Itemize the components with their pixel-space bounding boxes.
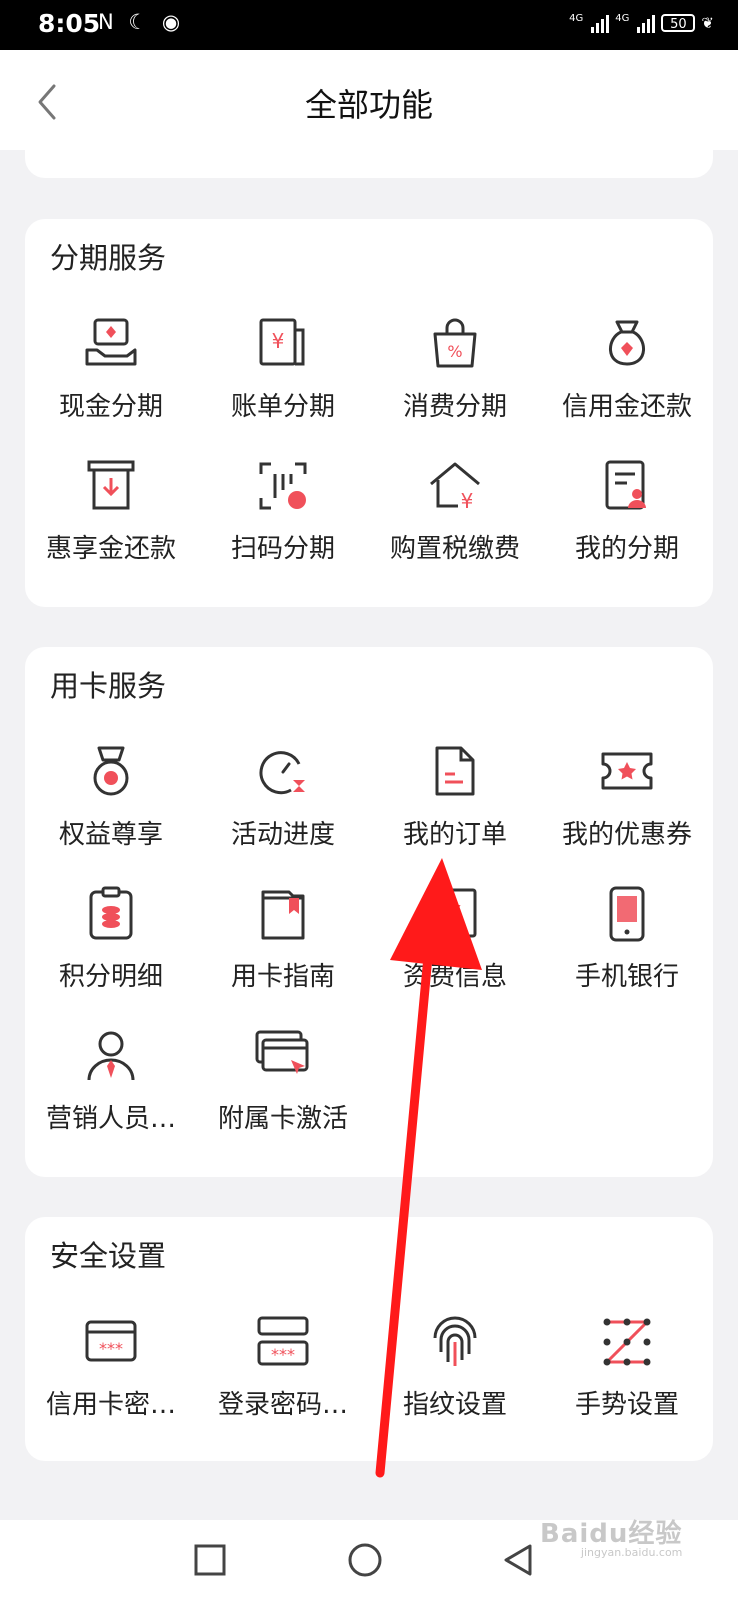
item-hui-repay[interactable]: 惠享金还款 [25,456,197,565]
status-time: 8:05 [38,9,101,38]
svg-text:¥: ¥ [449,901,462,925]
item-label: 信用金还款 [561,392,692,422]
home-circle-icon[interactable] [345,1540,385,1580]
page-title: 全部功能 [304,86,433,124]
card-activate-icon [255,1030,309,1074]
points-clipboard-icon [89,886,133,940]
section-security: 安全设置 *** 信用卡密… *** 登录密码… 指纹设置 手势设置 [25,1217,713,1461]
section-title: 分期服务 [50,241,167,275]
item-label: 现金分期 [58,392,163,422]
svg-text:¥: ¥ [272,329,285,353]
item-label: 指纹设置 [402,1390,507,1420]
fee-document-icon: ¥ [433,888,477,938]
svg-text:***: *** [271,1345,295,1364]
status-right-group: 4G 4G 50 ❦ [569,13,714,33]
item-label: 登录密码… [217,1390,348,1420]
item-card-password[interactable]: *** 信用卡密… [25,1312,197,1421]
sales-person-icon [87,1031,135,1081]
coupon-icon [601,752,653,790]
item-fingerprint[interactable]: 指纹设置 [369,1312,541,1421]
battery-icon: 50 [661,14,696,32]
item-label: 权益尊享 [58,820,163,850]
house-yen-icon: ¥ [430,462,480,513]
section-card-services: 用卡服务 权益尊享 活动进度 我的订单 我的优惠券 积分明细 用卡指南 ¥ 资费… [25,647,713,1177]
item-points-detail[interactable]: 积分明细 [25,884,197,993]
svg-text:%: % [447,342,462,361]
signal-2-label: 4G [615,13,630,24]
recents-square-icon[interactable] [190,1540,230,1580]
scan-icon [259,462,307,510]
item-label: 手势设置 [574,1390,679,1420]
cash-installment-icon [85,318,137,366]
guide-book-icon [261,890,305,940]
document-person-icon [605,460,646,510]
item-label: 积分明细 [58,962,163,992]
item-my-installment[interactable]: 我的分期 [541,456,713,565]
item-consumer-installment[interactable]: % 消费分期 [369,314,541,423]
item-my-orders[interactable]: 我的订单 [369,742,541,851]
item-gesture[interactable]: 手势设置 [541,1312,713,1421]
shopping-bag-icon: % [433,318,477,368]
svg-text:¥: ¥ [461,489,474,513]
item-label: 扫码分期 [230,534,335,564]
item-label: 我的分期 [574,534,679,564]
signal-2-icon [637,13,656,33]
item-supplementary-card[interactable]: 附属卡激活 [197,1026,369,1135]
card-password-icon: *** [85,1320,137,1362]
gesture-icon [603,1318,651,1366]
mobile-phone-icon [609,886,645,942]
item-label: 消费分期 [402,392,507,422]
item-bill-installment[interactable]: ¥ 账单分期 [197,314,369,423]
medal-icon [93,746,129,796]
item-privileges[interactable]: 权益尊享 [25,742,197,851]
fingerprint-icon [433,1316,477,1366]
item-label: 信用卡密… [45,1390,176,1420]
item-credit-repay[interactable]: 信用金还款 [541,314,713,423]
watermark-brand: Baidu经验 [540,1519,683,1549]
section-title: 用卡服务 [50,669,167,703]
bill-installment-icon: ¥ [259,318,305,366]
item-purchase-tax[interactable]: ¥ 购置税缴费 [369,456,541,565]
signal-1-label: 4G [569,13,584,24]
item-label: 我的优惠券 [561,820,692,850]
item-mobile-banking[interactable]: 手机银行 [541,884,713,993]
item-label: 活动进度 [230,820,335,850]
item-my-coupons[interactable]: 我的优惠券 [541,742,713,851]
item-label: 用卡指南 [230,962,335,992]
item-sales-staff[interactable]: 营销人员… [25,1026,197,1135]
item-label: 资费信息 [402,962,507,992]
order-document-icon [435,746,475,796]
status-bar: 8:05 N ☾ ◉ 4G 4G 50 ❦ [0,0,738,50]
leaf-icon: ❦ [701,14,714,32]
item-label: 附属卡激活 [217,1104,348,1134]
baidu-jingyan-watermark: Baidu经验 jingyan.baidu.com [540,1513,682,1559]
download-box-icon [87,460,135,510]
item-cash-installment[interactable]: 现金分期 [25,314,197,423]
item-activity-progress[interactable]: 活动进度 [197,742,369,851]
progress-timer-icon [259,751,305,795]
item-label: 我的订单 [402,820,507,850]
item-login-password[interactable]: *** 登录密码… [197,1312,369,1421]
status-notification-icons: N ☾ ◉ [98,10,185,34]
item-label: 账单分期 [230,392,335,422]
item-label: 营销人员… [45,1104,176,1134]
back-triangle-icon[interactable] [498,1540,538,1580]
login-password-icon: *** [257,1316,309,1366]
item-fee-info[interactable]: ¥ 资费信息 [369,884,541,993]
item-card-guide[interactable]: 用卡指南 [197,884,369,993]
item-label: 惠享金还款 [45,534,176,564]
signal-1-icon [591,13,610,33]
partial-card-top [25,130,713,178]
item-label: 购置税缴费 [389,534,520,564]
item-label: 手机银行 [574,962,679,992]
section-installment: 分期服务 现金分期 ¥ 账单分期 % 消费分期 信用金还款 惠享金还款 扫码分期… [25,219,713,607]
item-scan-installment[interactable]: 扫码分期 [197,456,369,565]
section-title: 安全设置 [50,1239,167,1273]
svg-text:***: *** [99,1339,123,1358]
money-bag-icon [609,320,645,366]
